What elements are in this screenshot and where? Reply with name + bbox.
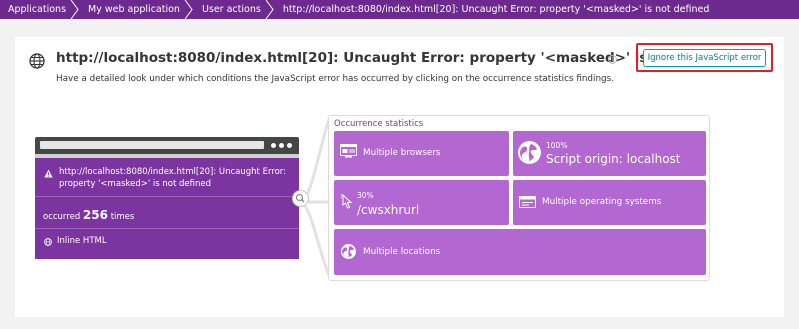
tile-script-origin-percent: 100% [546,141,568,150]
browser-dot-icon [271,143,276,148]
breadcrumb-applications[interactable]: Applications [0,0,80,19]
browser-dot-icon [279,143,284,148]
occurred-number: 256 [82,208,108,222]
tile-locations-label: Multiple locations [363,247,441,257]
warning-icon [44,169,53,178]
breadcrumb-current-error: http://localhost:8080/index.html[20]: Un… [275,0,716,19]
browser-icon [340,144,357,158]
location-icon [341,244,356,259]
occurred-prefix: occurred [43,212,81,222]
tile-script-origin[interactable]: 100% Script origin: localhost [513,131,706,176]
occurrence-statistics: Occurrence statistics Multiple browsers … [328,115,710,281]
error-source: Inline HTML [57,236,107,246]
error-detail-card: http://localhost:8080/index.html[20]: Un… [15,37,784,317]
breadcrumb-my-web-application[interactable]: My web application [80,0,194,19]
globe-icon [29,53,45,69]
tile-multiple-locations[interactable]: Multiple locations [334,229,706,275]
tile-os-label: Multiple operating systems [542,197,662,207]
tile-script-origin-label: Script origin: localhost [546,152,681,166]
breadcrumb-user-actions[interactable]: User actions [194,0,275,19]
tile-url[interactable]: 30% /cwsxhrurl [334,180,509,225]
breadcrumb-user-actions-label: User actions [201,4,261,15]
tile-url-percent: 30% [357,191,374,200]
info-icon[interactable]: i [608,55,617,64]
breadcrumb-my-web-application-label: My web application [88,4,180,15]
search-icon [295,193,305,203]
ignore-javascript-error-button[interactable]: Ignore this JavaScript error [643,49,766,67]
breadcrumb-current-label: http://localhost:8080/index.html[20]: Un… [282,4,710,15]
divider [35,228,299,229]
chevron-right-icon [70,0,79,19]
tile-operating-systems[interactable]: Multiple operating systems [513,180,706,225]
chevron-right-icon [265,0,274,19]
page-description: Have a detailed look under which conditi… [56,74,614,84]
tile-browsers-label: Multiple browsers [363,148,441,158]
occurred-suffix: times [110,212,135,222]
error-summary-panel: http://localhost:8080/index.html[20]: Un… [35,158,299,259]
tile-url-label: /cwsxhrurl [357,203,420,217]
breadcrumb-applications-label: Applications [8,4,67,15]
chevron-right-icon [184,0,193,19]
occurrence-count: occurred 256 times [43,208,134,222]
world-icon [518,141,541,164]
error-browser-mock: http://localhost:8080/index.html[20]: Un… [35,137,299,259]
browser-dot-icon [287,143,292,148]
os-icon [519,196,536,208]
breadcrumb: Applications My web application User act… [0,0,799,19]
tile-multiple-browsers[interactable]: Multiple browsers [334,131,509,176]
browser-toolbar [35,137,299,154]
cursor-icon [340,194,353,209]
error-message: http://localhost:8080/index.html[20]: Un… [59,167,287,189]
ignore-button-highlight: Ignore this JavaScript error [636,43,773,72]
magnifier-icon[interactable] [292,190,309,207]
browser-address-bar [40,141,264,149]
divider [35,196,299,197]
globe-small-icon [44,238,52,246]
occurrence-statistics-title: Occurrence statistics [334,119,424,129]
